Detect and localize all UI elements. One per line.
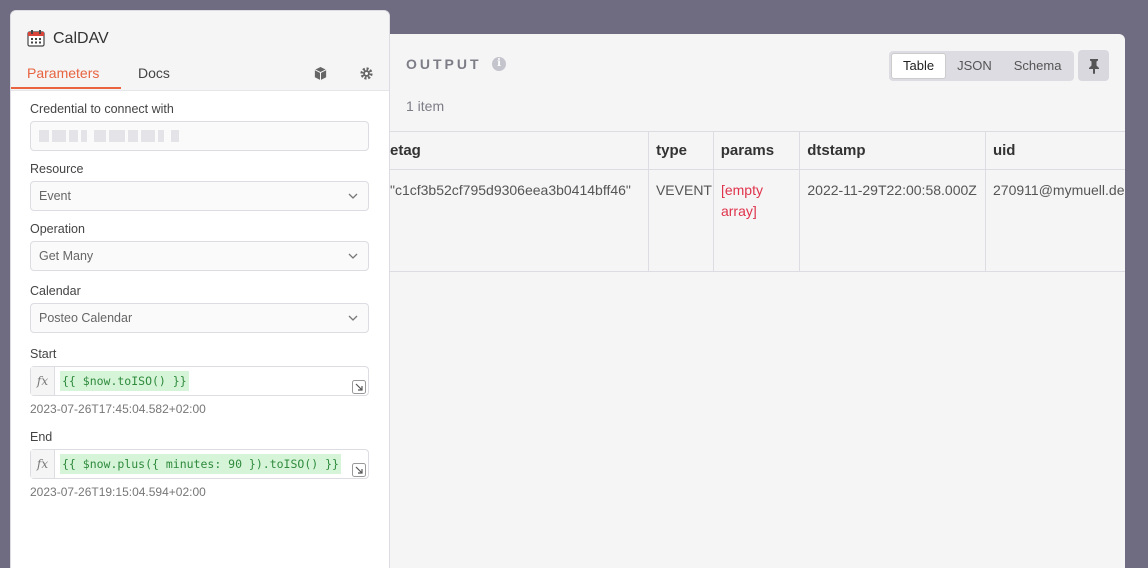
credential-select[interactable] — [30, 121, 369, 151]
pin-icon — [1088, 58, 1099, 74]
credential-label: Credential to connect with — [30, 102, 174, 116]
view-json-button[interactable]: JSON — [946, 53, 1003, 79]
operation-label: Operation — [30, 222, 85, 236]
active-tab-indicator — [11, 87, 121, 89]
fx-icon: fx — [31, 367, 55, 395]
operation-field: Operation Get Many — [30, 222, 369, 271]
calendar-field: Calendar Posteo Calendar — [30, 284, 369, 333]
info-icon[interactable]: i — [492, 57, 506, 71]
view-table-button[interactable]: Table — [891, 53, 947, 79]
tab-docs[interactable]: Docs — [138, 65, 170, 81]
chevron-down-icon — [348, 253, 358, 259]
node-title: CalDAV — [53, 30, 109, 47]
expand-editor-icon[interactable] — [352, 380, 366, 394]
resource-value: Event — [39, 189, 71, 203]
expand-editor-icon[interactable] — [352, 463, 366, 477]
start-expression-input[interactable]: fx {{ $now.toISO() }} — [30, 366, 369, 396]
node-settings-gear-icon[interactable] — [358, 65, 374, 81]
start-label: Start — [30, 347, 57, 361]
end-expression-input[interactable]: fx {{ $now.plus({ minutes: 90 }).toISO()… — [30, 449, 369, 479]
calendar-select[interactable]: Posteo Calendar — [30, 303, 369, 333]
operation-select[interactable]: Get Many — [30, 241, 369, 271]
chevron-down-icon — [348, 193, 358, 199]
calendar-icon — [27, 30, 45, 47]
column-header-type: type — [649, 132, 714, 169]
fx-icon: fx — [31, 450, 55, 478]
redacted-credential — [39, 122, 360, 150]
tab-parameters[interactable]: Parameters — [27, 65, 99, 81]
node-version-cube-icon[interactable] — [312, 65, 328, 81]
resource-field: Resource Event — [30, 162, 369, 211]
cell-uid: 270911@mymuell.de — [993, 182, 1125, 198]
node-settings-panel: CalDAV Parameters Docs Credential to con… — [10, 10, 390, 568]
chevron-down-icon — [348, 315, 358, 321]
resource-label: Resource — [30, 162, 84, 176]
table-row: "c1cf3b52cf795d9306eea3b0414bff46" VEVEN… — [300, 170, 1125, 271]
column-header-params: params — [714, 132, 801, 169]
cell-params: [empty array] — [714, 170, 801, 271]
end-field: End fx {{ $now.plus({ minutes: 90 }).toI… — [30, 430, 369, 499]
table-header: etag type params dtstamp uid — [300, 132, 1125, 170]
view-schema-button[interactable]: Schema — [1003, 53, 1073, 79]
resource-select[interactable]: Event — [30, 181, 369, 211]
start-resolved-value: 2023-07-26T17:45:04.582+02:00 — [30, 402, 206, 416]
cell-dtstamp: 2022-11-29T22:00:58.000Z — [800, 170, 987, 271]
operation-value: Get Many — [39, 249, 94, 263]
end-resolved-value: 2023-07-26T19:15:04.594+02:00 — [30, 485, 206, 499]
column-header-uid: uid — [992, 142, 1016, 159]
calendar-label: Calendar — [30, 284, 81, 298]
start-field: Start fx {{ $now.toISO() }} 2023-07-26T1… — [30, 347, 369, 416]
node-header: CalDAV Parameters Docs — [11, 11, 389, 91]
output-table: etag type params dtstamp uid "c1cf3b52cf… — [300, 131, 1125, 272]
end-expression: {{ $now.plus({ minutes: 90 }).toISO() }} — [60, 454, 341, 474]
credential-field: Credential to connect with — [30, 102, 369, 151]
output-title: OUTPUT — [406, 56, 482, 72]
end-label: End — [30, 430, 53, 444]
cell-type: VEVENT — [649, 170, 714, 271]
view-switch: Table JSON Schema — [889, 51, 1075, 81]
pin-data-button[interactable] — [1078, 50, 1109, 81]
output-panel: OUTPUT i 1 item Table JSON Schema etag t… — [300, 34, 1125, 568]
column-header-dtstamp: dtstamp — [800, 132, 986, 169]
calendar-value: Posteo Calendar — [39, 311, 133, 325]
item-count: 1 item — [406, 98, 445, 114]
start-expression: {{ $now.toISO() }} — [60, 371, 189, 391]
